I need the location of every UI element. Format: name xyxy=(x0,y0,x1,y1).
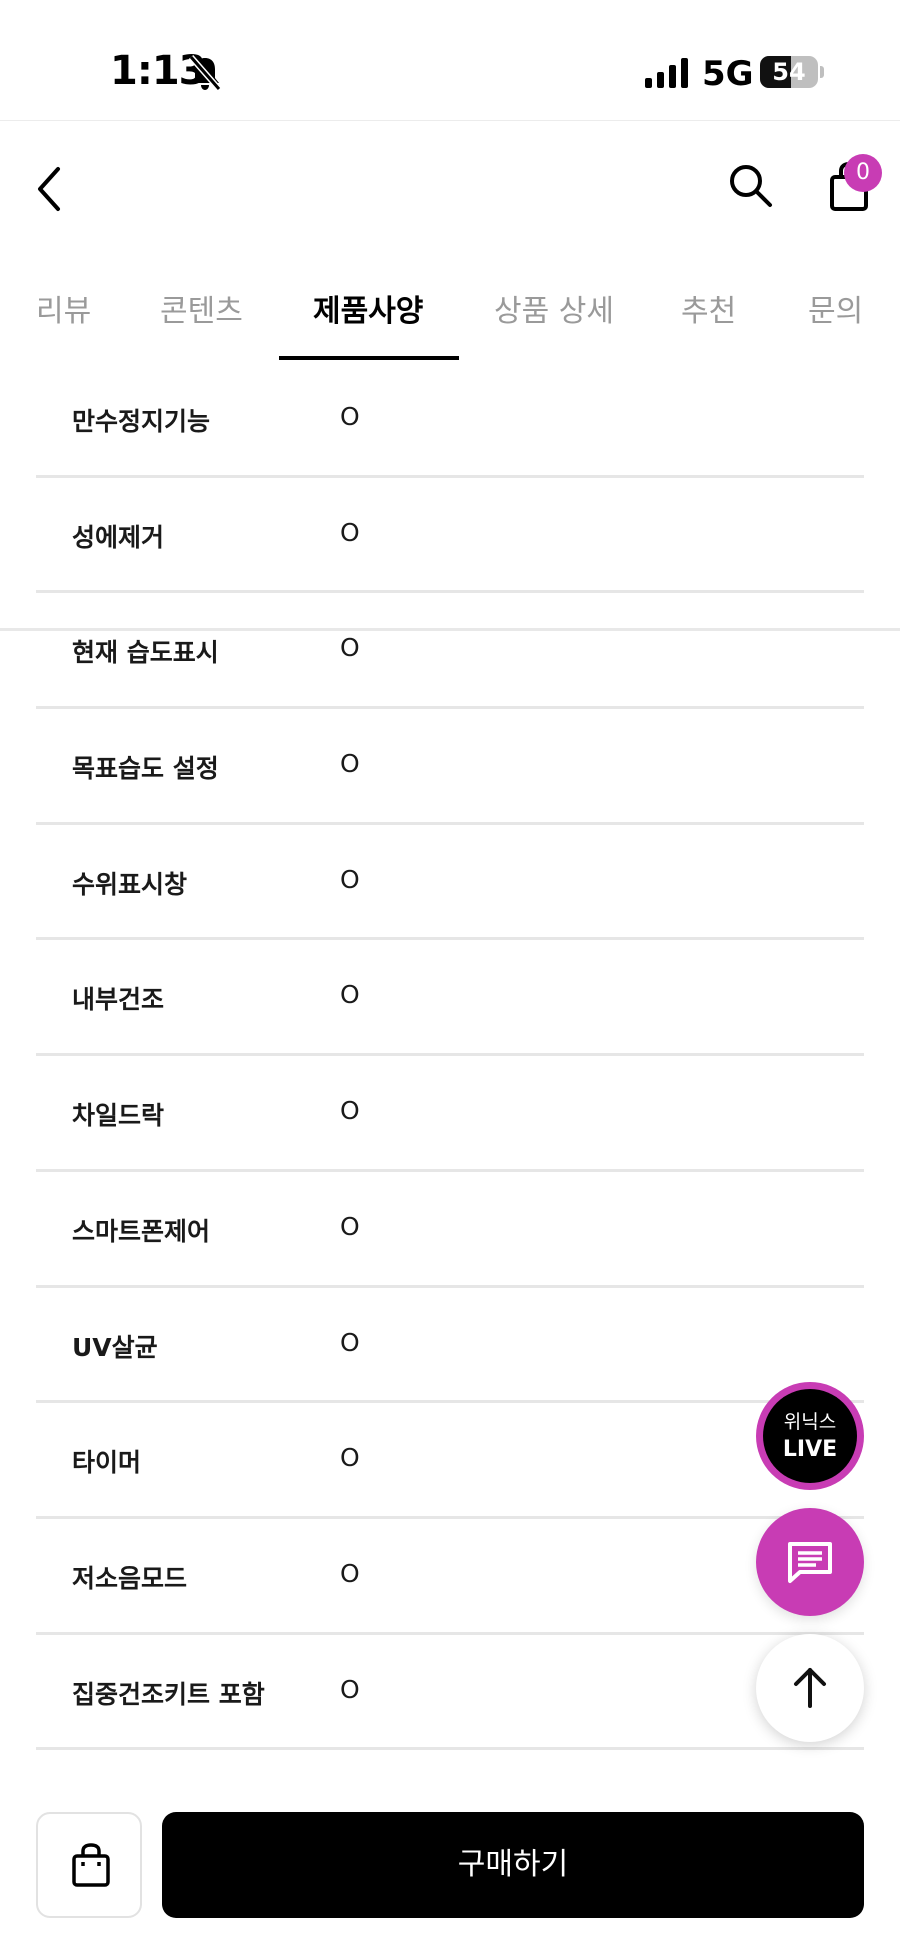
battery-percent: 54 xyxy=(772,58,806,86)
spec-value: O xyxy=(340,1096,360,1126)
tab-specs[interactable]: 제품사양 xyxy=(313,286,423,330)
spec-label: 수위표시창 xyxy=(72,869,188,899)
back-arrow-icon[interactable] xyxy=(30,161,70,217)
spec-value: O xyxy=(340,864,360,894)
bell-slash-icon xyxy=(188,55,222,91)
spec-value: O xyxy=(340,402,360,431)
live-brand-label: 위닉스 xyxy=(783,1411,837,1433)
add-to-cart-button[interactable] xyxy=(36,1812,142,1918)
top-nav xyxy=(0,121,900,261)
spec-label: 성에제거 xyxy=(72,522,165,552)
spec-label: UV살균 xyxy=(72,1332,158,1362)
spec-label: 내부건조 xyxy=(72,985,165,1015)
spec-row: 현재 습도표시 O xyxy=(36,593,864,710)
spec-row: 성에제거 O xyxy=(36,478,864,594)
spec-value: O xyxy=(340,749,360,779)
spec-label: 차일드락 xyxy=(72,1101,165,1131)
tab-product-detail[interactable]: 상품 상세 xyxy=(494,286,614,330)
search-icon[interactable] xyxy=(726,161,774,209)
spec-value: O xyxy=(340,633,360,663)
live-label: LIVE xyxy=(782,1437,838,1462)
tab-recommend[interactable]: 추천 xyxy=(681,286,736,330)
spec-table: 만수정지기능 O 성에제거 O 현재 습도표시 O 목표습도 설정 O 수위표시… xyxy=(36,362,864,1751)
battery-indicator: 54 xyxy=(760,56,818,88)
tab-bar: 리뷰 콘텐츠 제품사양 상품 상세 추천 문의 xyxy=(0,270,900,631)
spec-row: 타이머 O xyxy=(36,1403,864,1519)
shopping-bag-icon xyxy=(72,1843,110,1887)
spec-label: 집중건조키트 포함 xyxy=(72,1679,265,1709)
spec-row: 내부건조 O xyxy=(36,940,864,1057)
tab-contents[interactable]: 콘텐츠 xyxy=(160,286,243,330)
spec-label: 저소음모드 xyxy=(72,1563,188,1593)
spec-label: 목표습도 설정 xyxy=(72,754,219,784)
signal-icon xyxy=(645,58,688,88)
spec-label: 타이머 xyxy=(72,1448,142,1478)
battery-cap xyxy=(820,66,824,78)
active-tab-indicator xyxy=(279,356,459,360)
tab-inquiry[interactable]: 문의 xyxy=(808,286,863,330)
spec-label: 현재 습도표시 xyxy=(72,638,219,668)
cart-count-badge: 0 xyxy=(844,154,882,192)
spec-value: O xyxy=(340,1327,360,1357)
arrow-up-icon xyxy=(794,1668,826,1708)
spec-row: 차일드락 O xyxy=(36,1056,864,1172)
spec-row: 수위표시창 O xyxy=(36,825,864,941)
network-label: 5G xyxy=(702,54,754,94)
spec-label: 스마트폰제어 xyxy=(72,1216,211,1246)
chat-icon xyxy=(788,1542,832,1583)
spec-row: 목표습도 설정 O xyxy=(36,709,864,825)
buy-button[interactable]: 구매하기 xyxy=(162,1812,864,1918)
spec-label: 만수정지기능 xyxy=(72,407,211,436)
spec-row: 저소음모드 O xyxy=(36,1519,864,1635)
bottom-action-bar: 구매하기 xyxy=(0,1790,900,1956)
spec-value: O xyxy=(340,1674,360,1704)
live-badge: 위닉스 LIVE xyxy=(763,1389,857,1483)
live-button[interactable]: 위닉스 LIVE xyxy=(756,1382,864,1490)
spec-row: UV살균 O xyxy=(36,1288,864,1404)
spec-value: O xyxy=(340,1211,360,1241)
status-bar: 1:13 5G 54 xyxy=(0,0,900,120)
spec-value: O xyxy=(340,1443,360,1473)
spec-value: O xyxy=(340,980,360,1010)
spec-row: 만수정지기능 O xyxy=(36,362,864,478)
product-spec-page: 1:13 5G 54 0 리뷰 콘텐츠 제품사양 상품 상세 추천 문의 만수정… xyxy=(0,0,900,1956)
tab-review[interactable]: 리뷰 xyxy=(36,286,91,330)
scroll-to-top-button[interactable] xyxy=(756,1634,864,1742)
spec-row: 집중건조키트 포함 O xyxy=(36,1635,864,1751)
chat-button[interactable] xyxy=(756,1508,864,1616)
spec-row: 스마트폰제어 O xyxy=(36,1172,864,1288)
spec-value: O xyxy=(340,517,360,547)
spec-value: O xyxy=(340,1558,360,1588)
